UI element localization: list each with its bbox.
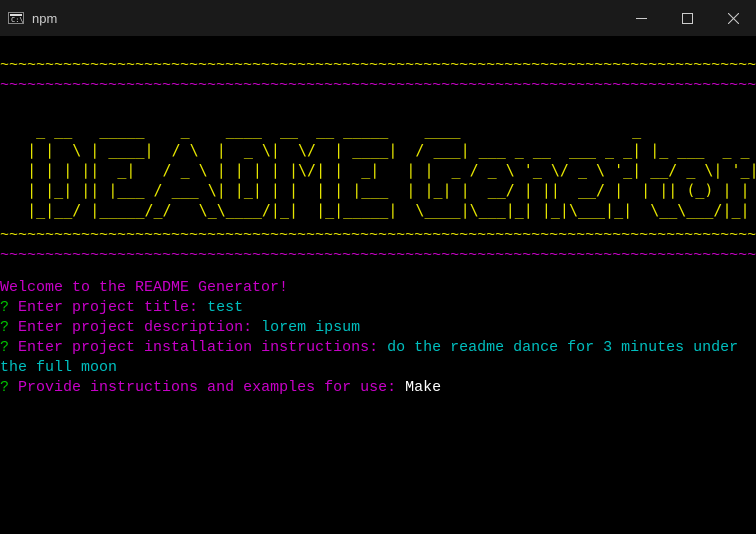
prompt-lines: Welcome to the README Generator! ? Enter… xyxy=(0,266,756,398)
wave-divider: ~~~~~~~~~~~~~~~~~~~~~~~~~~~~~~~~~~~~~~~~… xyxy=(0,246,756,266)
minimize-button[interactable] xyxy=(618,0,664,36)
prompt-line: ? Enter project installation instruction… xyxy=(0,338,756,378)
welcome-line: Welcome to the README Generator! xyxy=(0,278,756,298)
terminal-output[interactable]: ~~~~~~~~~~~~~~~~~~~~~~~~~~~~~~~~~~~~~~~~… xyxy=(0,36,756,534)
maximize-button[interactable] xyxy=(664,0,710,36)
wave-divider: ~~~~~~~~~~~~~~~~~~~~~~~~~~~~~~~~~~~~~~~~… xyxy=(0,56,756,76)
ascii-banner: _ __ _____ _ ____ __ __ _____ ____ _ | |… xyxy=(0,116,756,226)
window-title: npm xyxy=(32,11,57,26)
svg-text:C:\: C:\ xyxy=(11,16,24,24)
wave-divider: ~~~~~~~~~~~~~~~~~~~~~~~~~~~~~~~~~~~~~~~~… xyxy=(0,226,756,246)
prompt-line: ? Enter project description: lorem ipsum xyxy=(0,318,756,338)
close-button[interactable] xyxy=(710,0,756,36)
wave-divider: ~~~~~~~~~~~~~~~~~~~~~~~~~~~~~~~~~~~~~~~~… xyxy=(0,76,756,96)
window-controls xyxy=(618,0,756,36)
window-titlebar: C:\ npm xyxy=(0,0,756,36)
prompt-line-current[interactable]: ? Provide instructions and examples for … xyxy=(0,378,756,398)
app-icon: C:\ xyxy=(8,10,24,26)
prompt-line: ? Enter project title: test xyxy=(0,298,756,318)
